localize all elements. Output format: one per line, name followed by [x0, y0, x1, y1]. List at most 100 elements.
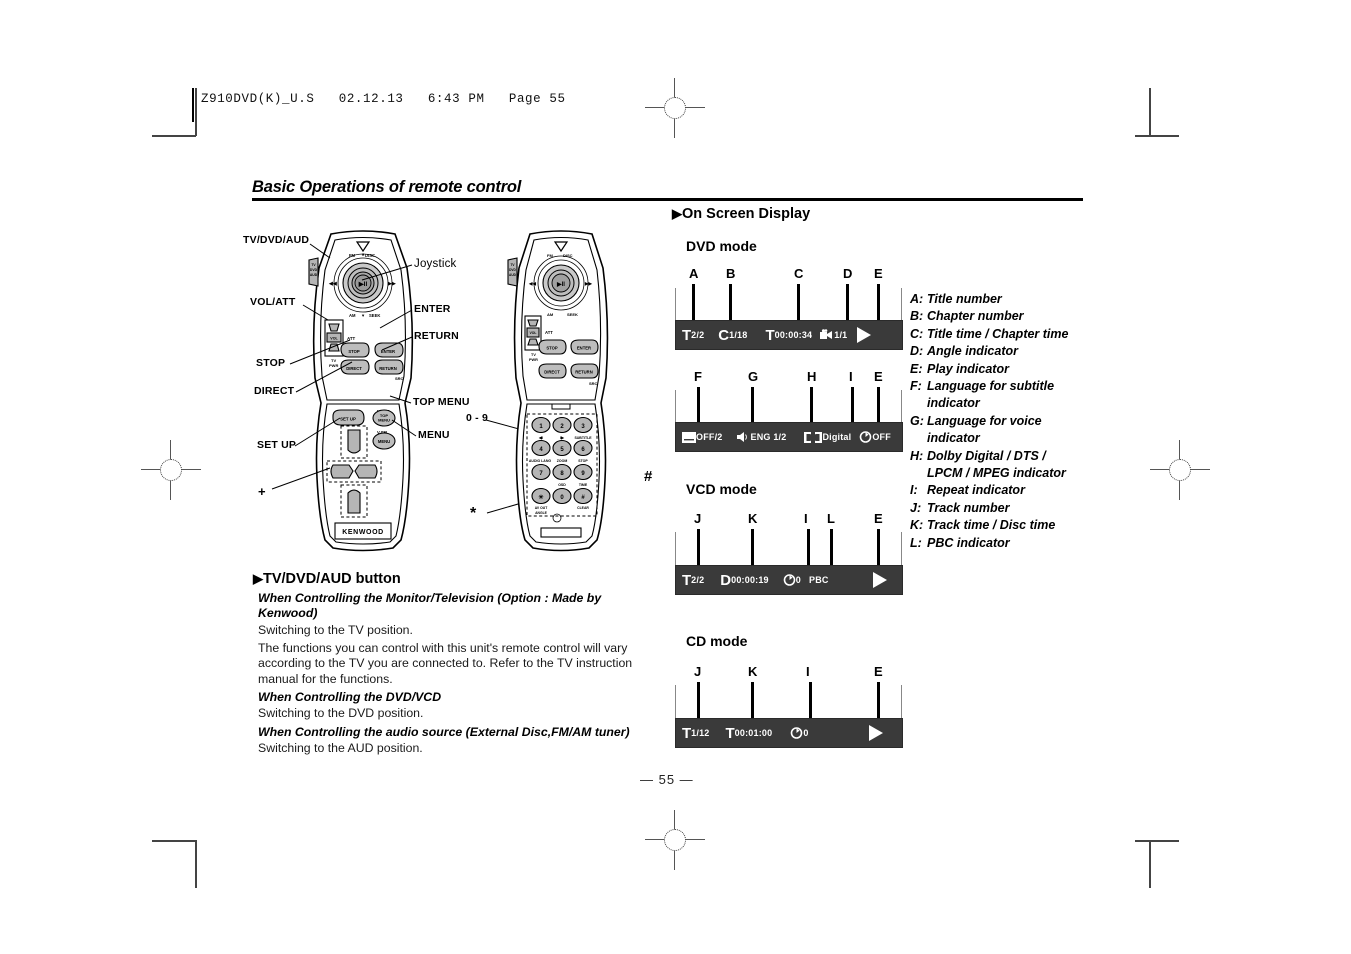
legend-key-e: E:	[910, 361, 923, 376]
svg-text:DIRECT: DIRECT	[544, 370, 560, 375]
osd-pointer-J2	[697, 682, 700, 718]
svg-text:MENU: MENU	[378, 418, 390, 423]
osd-heading: On Screen Display	[682, 206, 811, 222]
track-icon-cd: T	[682, 724, 692, 742]
osd-cd-time: T 00:01:00	[726, 726, 773, 741]
svg-text:TIME: TIME	[579, 483, 588, 487]
subtitle-value: OFF/2	[696, 431, 723, 442]
repeat-icon	[860, 431, 872, 443]
body-bold-2: When Controlling the DVD/VCD	[258, 690, 442, 704]
time-icon: T	[765, 326, 775, 344]
osd-callout-E: E	[874, 266, 883, 281]
tv-dvd-aud-heading-wrap: ▶TV/DVD/AUD button	[253, 571, 401, 587]
legend-text-e: Play indicator	[927, 361, 1009, 376]
bullet-arrow-icon: ▶	[253, 571, 263, 586]
title-icon: T	[682, 326, 692, 344]
repeat-icon-cd	[791, 727, 803, 739]
svg-text:TV: TV	[531, 353, 536, 357]
osd-title-number: T 2/2	[682, 328, 704, 343]
callout-joystick: Joystick	[414, 258, 457, 270]
osd-vcd-disc-time: D 00:00:19	[720, 573, 768, 588]
legend-item-k: K: Track time / Disc time	[910, 517, 1090, 534]
callout-return: RETURN	[414, 330, 459, 342]
osd-bar-vcd: T 2/2 D 00:00:19 0 PBC	[675, 565, 903, 595]
legend-cont-f: indicator	[927, 396, 980, 411]
legend-key-k: K:	[910, 518, 924, 533]
svg-text:AM: AM	[349, 313, 356, 318]
dolby-icon	[804, 431, 823, 443]
osd-pointer-I3	[807, 529, 810, 565]
play-icon-4	[868, 725, 883, 741]
legend-item-l: L: PBC indicator	[910, 535, 1090, 552]
osd-pointer-G	[751, 387, 754, 422]
callout-0-9: 0 - 9	[466, 412, 489, 424]
osd-title-time: T 00:00:34	[765, 328, 812, 343]
osd-callout-B: B	[726, 266, 736, 281]
svg-text:◀◀: ◀◀	[528, 281, 537, 286]
svg-text:DISC: DISC	[365, 253, 375, 258]
callout-direct: DIRECT	[254, 385, 295, 397]
legend-item-h: H: Dolby Digital / DTS /	[910, 448, 1090, 465]
legend-text-a: Title number	[927, 292, 1002, 306]
osd-callout-I: I	[849, 369, 853, 384]
osd-legend: A: Title number B: Chapter number C: Title …	[910, 291, 1090, 552]
body-plain-2: The functions you can control with this …	[258, 640, 633, 686]
cd-time-value: 00:01:00	[734, 727, 773, 738]
osd-pointer-F	[697, 387, 700, 422]
osd-repeat-indicator: OFF	[859, 431, 891, 443]
osd-subtitle-language: OFF/2	[682, 431, 723, 443]
osd-cd-track-number: T 1/12	[682, 726, 710, 741]
osd-audio-format: Digital	[804, 431, 851, 443]
osd-pointer-I2	[809, 682, 812, 718]
callout-asterisk: *	[470, 505, 477, 522]
svg-text:DVD: DVD	[310, 268, 318, 272]
callout-enter: ENTER	[414, 303, 451, 315]
osd-pointer-J	[697, 529, 700, 565]
osd-pointer-H	[810, 387, 813, 422]
callout-plus: +	[258, 484, 266, 499]
svg-text:AUD: AUD	[310, 273, 318, 277]
legend-text-l: PBC indicator	[927, 535, 1010, 550]
pbc-value: PBC	[809, 574, 829, 585]
osd-callout-G: G	[748, 369, 759, 384]
osd-pointer-A	[692, 284, 695, 320]
legend-key-f: F:	[910, 379, 922, 394]
vcd-track-value: 2/2	[691, 574, 705, 585]
svg-text:CLEAR: CLEAR	[577, 506, 589, 510]
callout-set-up: SET UP	[257, 439, 297, 451]
legend-item-b: B: Chapter number	[910, 308, 1090, 325]
legend-key-d: D:	[910, 344, 924, 359]
legend-item-e: E: Play indicator	[910, 361, 1090, 378]
osd-pointer-K2	[751, 682, 754, 718]
osd-pointer-D	[846, 284, 849, 320]
osd-callout-K2: K	[748, 664, 758, 679]
svg-text:AV OUT: AV OUT	[535, 506, 548, 510]
legend-key-g: G:	[910, 413, 924, 428]
legend-text-g: Language for voice	[927, 413, 1042, 428]
legend-text-h: Dolby Digital / DTS /	[927, 448, 1046, 463]
svg-text:PWR: PWR	[329, 363, 338, 368]
osd-callout-J: J	[694, 511, 702, 526]
legend-key-b: B:	[910, 309, 924, 324]
osd-callout-E3: E	[874, 511, 883, 526]
svg-text:TV: TV	[311, 263, 316, 267]
svg-text:SRC: SRC	[589, 381, 598, 386]
svg-text:AUD: AUD	[509, 273, 517, 277]
osd-heading-wrap: ▶On Screen Display	[672, 206, 810, 222]
cd-track-value: 1/12	[691, 727, 710, 738]
osd-callout-I2: I	[806, 664, 810, 679]
repeat-value: OFF	[872, 431, 891, 442]
vcd-repeat-value: 0	[795, 574, 801, 585]
cd-repeat-value: 0	[803, 727, 809, 738]
osd-callout-D: D	[843, 266, 853, 281]
legend-text-d: Angle indicator	[927, 344, 1018, 359]
repeat-icon-vcd	[783, 574, 796, 586]
angle-value: 1/1	[834, 329, 848, 340]
osd-pointer-L	[830, 529, 833, 565]
osd-pointer-E4	[877, 682, 880, 718]
legend-key-i: I:	[910, 483, 918, 498]
svg-text:PWR: PWR	[529, 358, 538, 362]
svg-text:SUBTITLE: SUBTITLE	[574, 436, 592, 440]
legend-text-j: Track number	[927, 500, 1010, 515]
svg-text:STOP: STOP	[546, 346, 558, 351]
